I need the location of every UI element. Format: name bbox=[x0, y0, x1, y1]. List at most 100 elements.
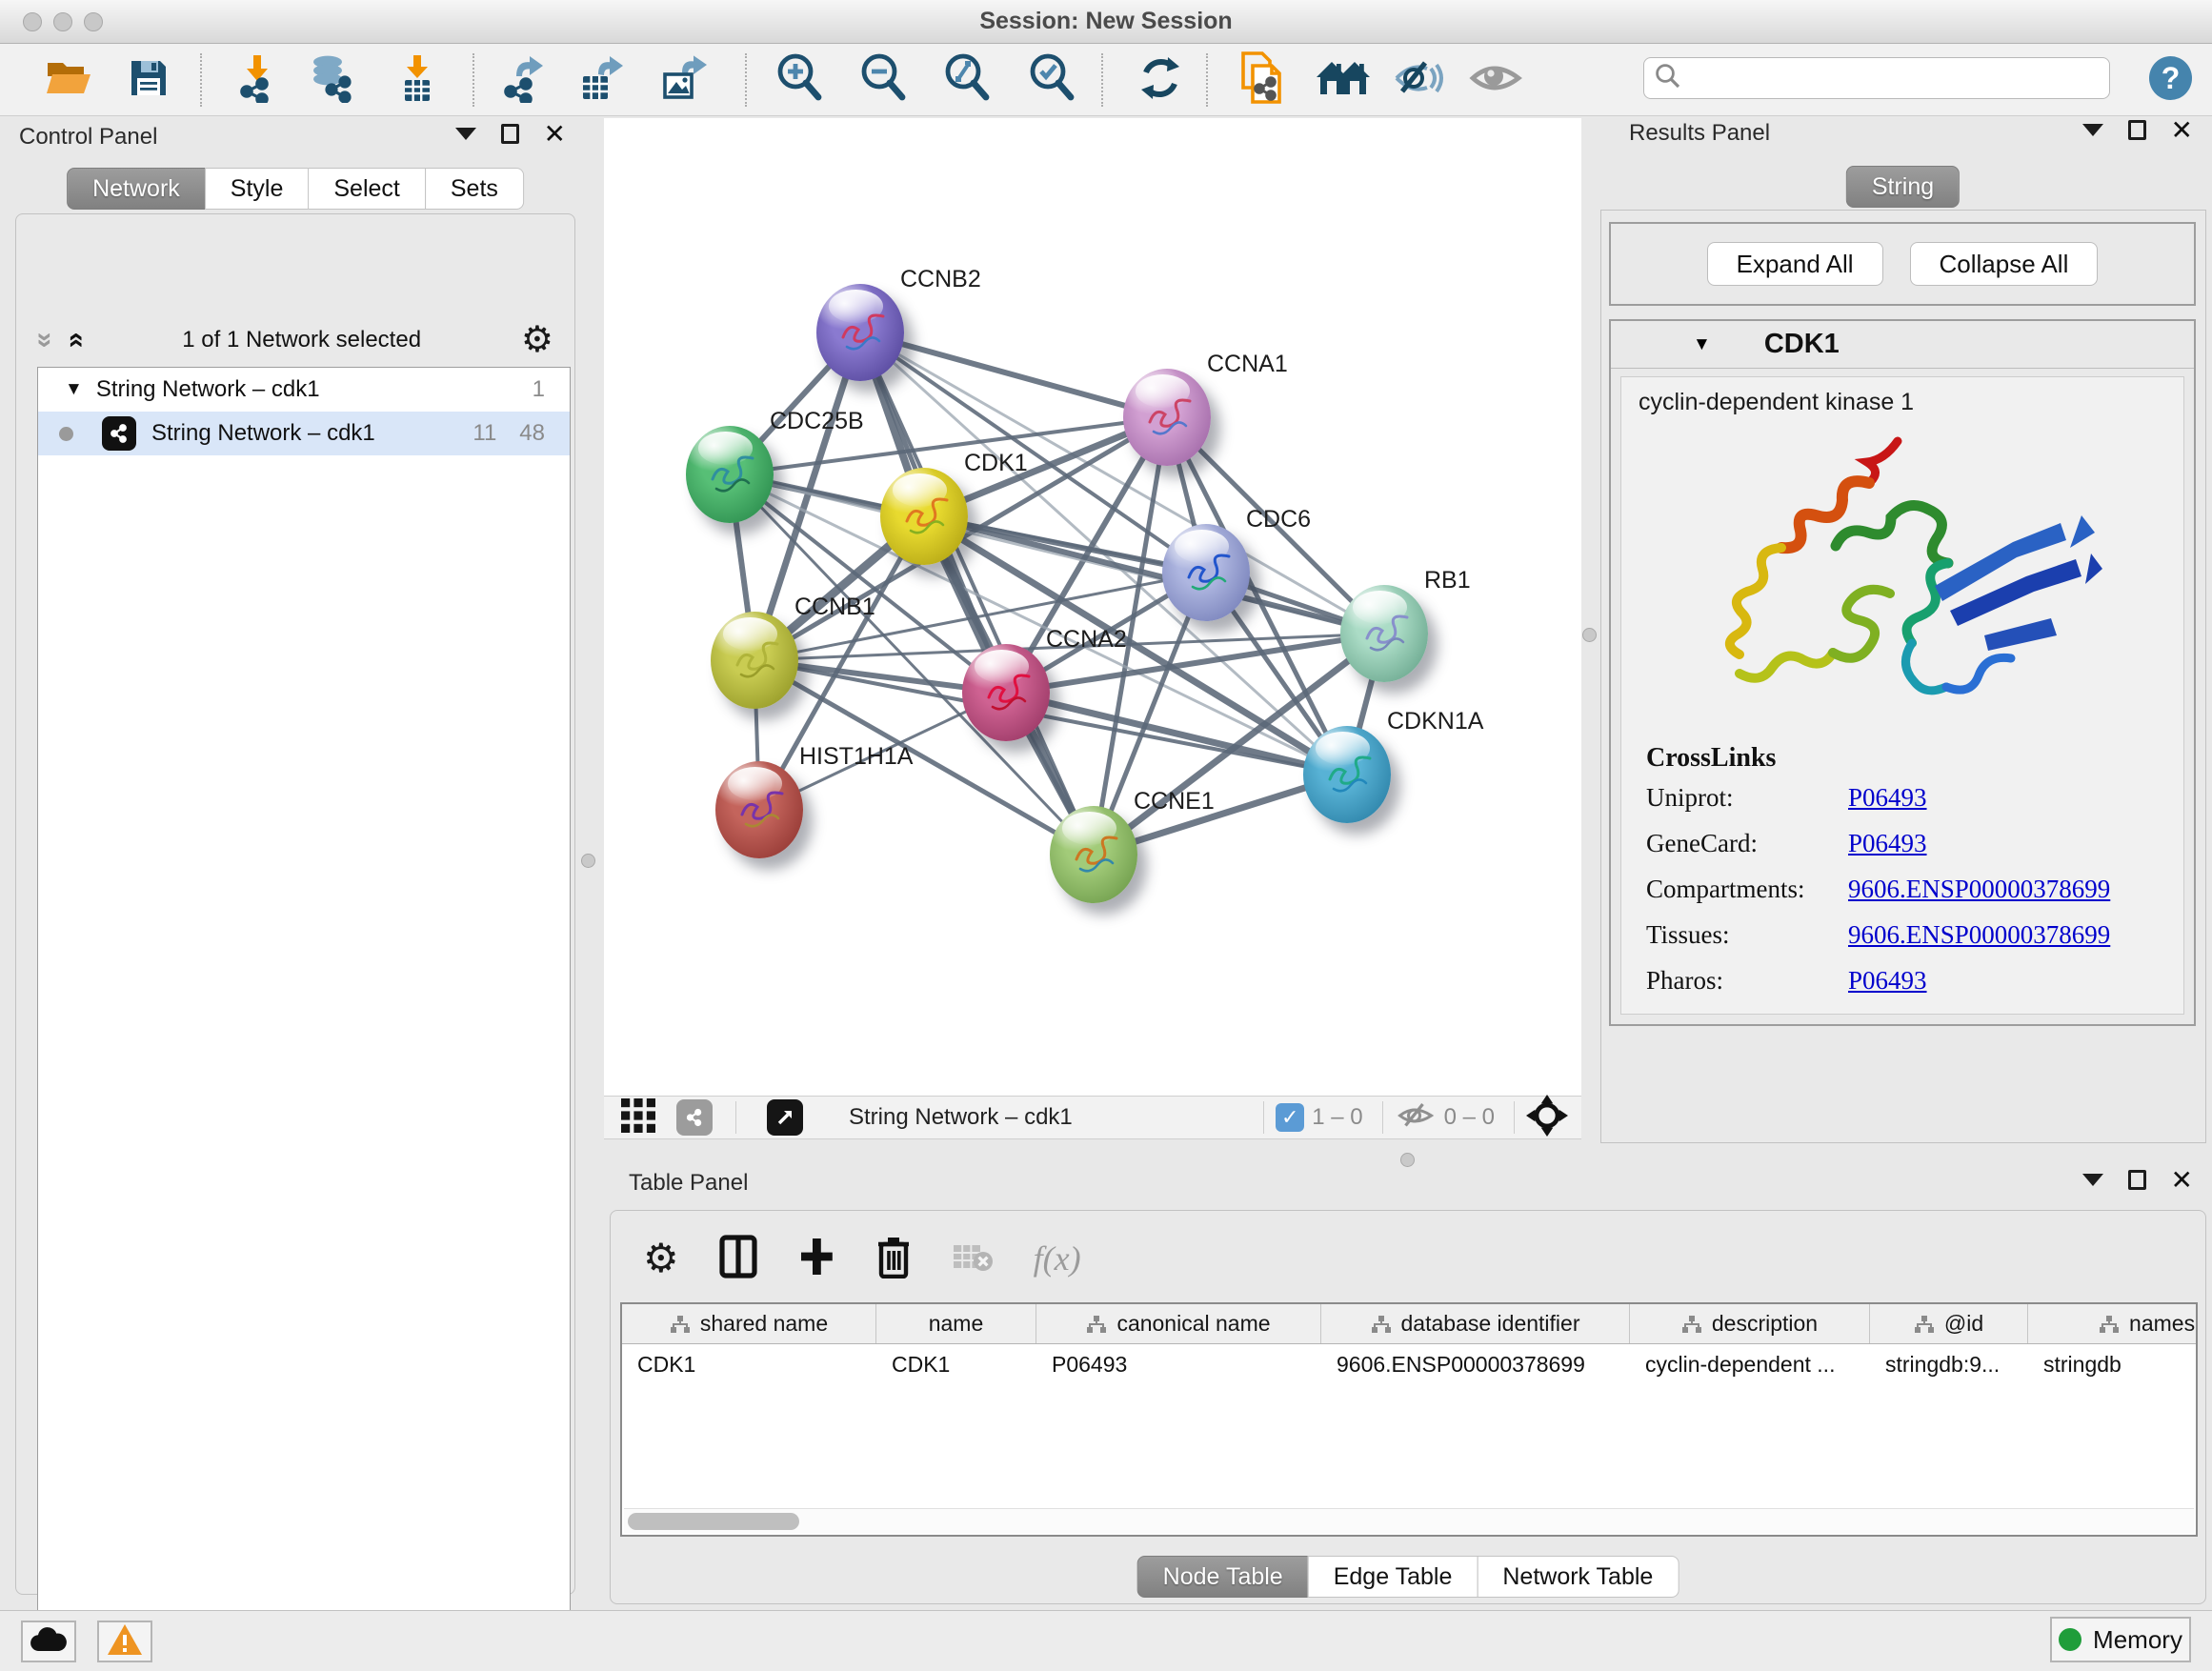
gene-collapse-icon[interactable]: ▼ bbox=[1693, 334, 1711, 355]
scrollbar-thumb[interactable] bbox=[628, 1513, 799, 1530]
delete-column-trash-icon[interactable] bbox=[875, 1235, 912, 1283]
node-CDKN1A[interactable] bbox=[1303, 726, 1391, 823]
cell--id[interactable]: stringdb:9... bbox=[1870, 1344, 2028, 1384]
toolbar-separator bbox=[473, 53, 474, 107]
table-options-gear-icon[interactable]: ⚙ bbox=[643, 1240, 679, 1277]
zoom-selected-button[interactable] bbox=[1026, 55, 1079, 105]
control-panel-close-icon[interactable]: ✕ bbox=[544, 125, 566, 144]
node-CDK1[interactable] bbox=[880, 468, 968, 565]
node-CCNB2[interactable] bbox=[816, 284, 904, 381]
warnings-button[interactable] bbox=[97, 1621, 152, 1662]
tab-select[interactable]: Select bbox=[308, 168, 425, 210]
show-columns-icon[interactable] bbox=[719, 1235, 757, 1283]
collapse-all-button[interactable]: Collapse All bbox=[1910, 242, 2099, 286]
left-splitter-handle[interactable] bbox=[581, 854, 595, 868]
tab-edge-table[interactable]: Edge Table bbox=[1308, 1556, 1478, 1598]
shared-column-icon bbox=[1914, 1315, 1935, 1334]
crosslink-link[interactable]: 9606.ENSP00000378699 bbox=[1848, 920, 2110, 950]
network-row[interactable]: String Network – cdk1 11 48 bbox=[38, 412, 570, 455]
node-CCNA2[interactable] bbox=[962, 644, 1050, 741]
hidden-eye-icon[interactable] bbox=[1395, 1098, 1437, 1137]
open-in-window-icon[interactable] bbox=[767, 1099, 803, 1136]
column-header-database-identifier[interactable]: database identifier bbox=[1321, 1304, 1630, 1343]
cell-description[interactable]: cyclin-dependent ... bbox=[1630, 1344, 1870, 1384]
horizontal-splitter-handle[interactable] bbox=[1400, 1153, 1415, 1167]
collection-count: 1 bbox=[533, 376, 545, 403]
tab-sets[interactable]: Sets bbox=[425, 168, 524, 210]
refresh-view-button[interactable] bbox=[1134, 55, 1187, 105]
column-header--id[interactable]: @id bbox=[1870, 1304, 2028, 1343]
tab-style[interactable]: Style bbox=[205, 168, 310, 210]
column-header-canonical-name[interactable]: canonical name bbox=[1036, 1304, 1321, 1343]
string-style-icon[interactable] bbox=[676, 1099, 713, 1136]
import-network-file-button[interactable] bbox=[231, 55, 284, 105]
grid-view-icon[interactable] bbox=[619, 1097, 657, 1139]
selected-nodes-checkbox[interactable]: ✓ bbox=[1276, 1103, 1304, 1132]
cell-database-identifier[interactable]: 9606.ENSP00000378699 bbox=[1321, 1344, 1630, 1384]
open-session-button[interactable] bbox=[42, 55, 95, 105]
help-button[interactable]: ? bbox=[2149, 56, 2192, 100]
node-RB1[interactable] bbox=[1340, 585, 1428, 682]
crosshair-icon[interactable] bbox=[1526, 1095, 1568, 1141]
column-header-description[interactable]: description bbox=[1630, 1304, 1870, 1343]
crosslink-link[interactable]: P06493 bbox=[1848, 783, 1927, 813]
export-network-button[interactable] bbox=[499, 55, 553, 105]
cell-namespace[interactable]: stringdb bbox=[2028, 1344, 2198, 1384]
node-CDC25B[interactable] bbox=[686, 426, 774, 523]
collection-expand-icon[interactable]: ▼ bbox=[65, 379, 83, 400]
results-panel-float-icon[interactable] bbox=[2128, 120, 2146, 140]
column-header-shared-name[interactable]: shared name bbox=[622, 1304, 876, 1343]
results-panel-close-icon[interactable]: ✕ bbox=[2171, 121, 2193, 140]
table-panel-close-icon[interactable]: ✕ bbox=[2171, 1171, 2193, 1190]
expand-all-networks-icon[interactable]: » bbox=[62, 332, 87, 349]
crosslink-link[interactable]: 9606.ENSP00000378699 bbox=[1848, 875, 2110, 904]
node-CCNA1[interactable] bbox=[1123, 369, 1211, 466]
zoom-fit-button[interactable] bbox=[941, 55, 995, 105]
expand-all-button[interactable]: Expand All bbox=[1707, 242, 1883, 286]
table-panel-menu-icon[interactable] bbox=[2082, 1174, 2103, 1186]
show-all-button[interactable] bbox=[1469, 55, 1522, 105]
collapse-all-networks-icon[interactable]: » bbox=[32, 332, 57, 349]
node-HIST1H1A[interactable] bbox=[715, 761, 803, 858]
table-horizontal-scrollbar[interactable] bbox=[624, 1508, 2194, 1533]
search-input[interactable] bbox=[1692, 60, 2109, 96]
control-panel-menu-icon[interactable] bbox=[455, 128, 476, 140]
collection-label: String Network – cdk1 bbox=[96, 376, 533, 403]
import-network-database-button[interactable] bbox=[305, 55, 358, 105]
column-header-name[interactable]: name bbox=[876, 1304, 1036, 1343]
node-CCNB1[interactable] bbox=[711, 612, 798, 709]
cloud-status-button[interactable] bbox=[21, 1621, 76, 1662]
table-row[interactable]: CDK1CDK1P064939606.ENSP00000378699cyclin… bbox=[622, 1344, 2196, 1384]
zoom-out-button[interactable] bbox=[857, 55, 911, 105]
column-header-namespace[interactable]: namespace bbox=[2028, 1304, 2198, 1343]
tab-node-table[interactable]: Node Table bbox=[1137, 1556, 1309, 1598]
table-panel-float-icon[interactable] bbox=[2128, 1170, 2146, 1190]
import-table-file-button[interactable] bbox=[391, 55, 444, 105]
save-session-button[interactable] bbox=[122, 55, 175, 105]
cell-shared-name[interactable]: CDK1 bbox=[622, 1344, 876, 1384]
cell-name[interactable]: CDK1 bbox=[876, 1344, 1036, 1384]
cell-canonical-name[interactable]: P06493 bbox=[1036, 1344, 1321, 1384]
node-CCNE1[interactable] bbox=[1050, 806, 1137, 903]
network-options-gear-icon[interactable]: ⚙ bbox=[521, 322, 553, 358]
crosslink-link[interactable]: P06493 bbox=[1848, 966, 1927, 996]
tab-network[interactable]: Network bbox=[67, 168, 206, 210]
tab-string[interactable]: String bbox=[1846, 166, 1960, 208]
string-import-button[interactable] bbox=[1237, 55, 1290, 105]
eye-slash-icon bbox=[1393, 55, 1446, 106]
network-overview-button[interactable] bbox=[1317, 55, 1370, 105]
network-collection-row[interactable]: ▼ String Network – cdk1 1 bbox=[38, 368, 570, 412]
hide-selected-button[interactable] bbox=[1393, 55, 1446, 105]
node-CDC6[interactable] bbox=[1162, 524, 1250, 621]
results-panel-menu-icon[interactable] bbox=[2082, 124, 2103, 136]
edge-CDK1-RB1[interactable] bbox=[924, 516, 1384, 634]
create-column-icon[interactable] bbox=[797, 1235, 835, 1283]
tab-network-table[interactable]: Network Table bbox=[1477, 1556, 1679, 1598]
export-image-button[interactable] bbox=[659, 55, 713, 105]
memory-button[interactable]: Memory bbox=[2050, 1617, 2191, 1662]
crosslink-link[interactable]: P06493 bbox=[1848, 829, 1927, 858]
control-panel-float-icon[interactable] bbox=[501, 124, 519, 144]
zoom-in-button[interactable] bbox=[774, 55, 827, 105]
network-view-canvas[interactable]: CCNB2CCNA1CDC25BCDK1CDC6RB1CCNB1CCNA2CDK… bbox=[604, 118, 1581, 1096]
export-table-button[interactable] bbox=[577, 55, 631, 105]
